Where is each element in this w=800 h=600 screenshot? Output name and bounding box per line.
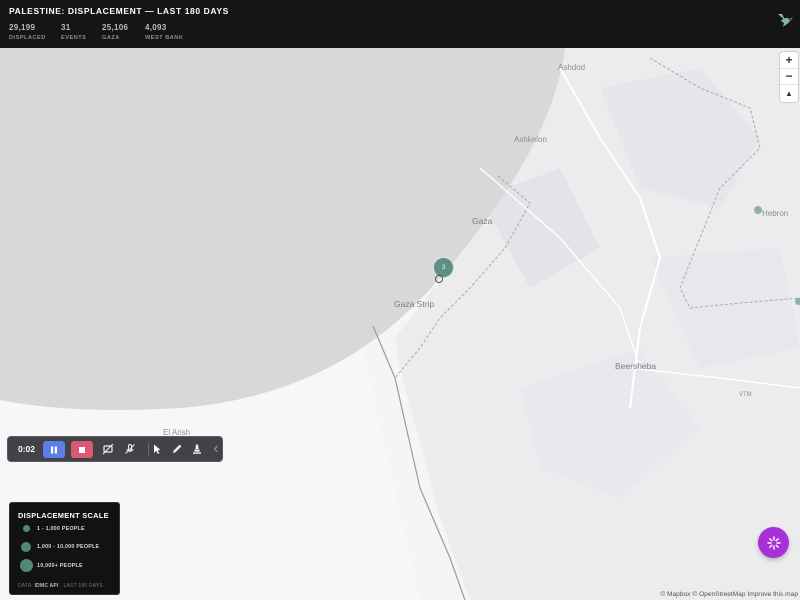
legend-item-large: 10,000+ PEOPLE: [18, 559, 83, 572]
camera-off-icon: [102, 443, 114, 455]
recording-timer: 0:02: [18, 444, 36, 454]
pointer-tool-button[interactable]: [150, 442, 164, 456]
improve-map-link[interactable]: Improve this map: [747, 591, 798, 598]
pen-icon: [173, 444, 182, 453]
stat-displaced: 29,199 DISPLACED: [9, 23, 46, 41]
mic-off-icon: [125, 443, 135, 454]
pen-tool-button[interactable]: [170, 442, 184, 456]
mic-off-button[interactable]: [123, 442, 137, 456]
pause-icon: [51, 446, 57, 453]
toolbar-divider: [148, 443, 149, 456]
mapbox-link[interactable]: © Mapbox: [660, 591, 690, 598]
place-label-gaza-strip: Gaza Strip: [394, 299, 435, 309]
page-title: PALESTINE: DISPLACEMENT — LAST 180 DAYS: [9, 6, 229, 16]
sparkle-icon: [766, 535, 781, 550]
compass-button[interactable]: ▲: [780, 85, 798, 102]
highlighter-tool-button[interactable]: [190, 442, 204, 456]
hummingbird-icon[interactable]: [776, 11, 794, 29]
stop-icon: [79, 446, 85, 453]
recording-toolbar: 0:02: [7, 436, 223, 462]
map-attribution: © Mapbox © OpenStreetMap Improve this ma…: [660, 591, 798, 598]
camera-off-button[interactable]: [101, 442, 115, 456]
place-label-vtm: VTM: [739, 392, 752, 398]
legend-dot-small: [22, 525, 30, 532]
place-label-beersheba: Beersheba: [615, 361, 657, 371]
zoom-controls: + − ▲: [780, 52, 798, 102]
legend-source: DATA: IDMC API · LAST 180 DAYS: [18, 583, 103, 589]
stop-button[interactable]: [71, 441, 93, 458]
collapse-toolbar-button[interactable]: [209, 442, 223, 456]
displacement-legend: DISPLACEMENT SCALE 1 - 1,000 PEOPLE 1,00…: [9, 502, 120, 595]
place-label-ashdod: Ashdod: [558, 63, 586, 72]
map-canvas[interactable]: Ashdod Ashkelon Gaza Gaza Strip Beersheb…: [0, 48, 800, 600]
zoom-out-button[interactable]: −: [780, 69, 798, 85]
highlighter-icon: [193, 444, 201, 454]
assistant-fab-button[interactable]: [758, 527, 789, 558]
place-label-gaza: Gaza: [472, 216, 493, 226]
stat-events: 31 EVENTS: [61, 23, 87, 41]
stat-gaza: 25,106 GAZA: [102, 23, 129, 41]
event-marker-east[interactable]: [795, 298, 800, 305]
legend-dot-large: [19, 559, 33, 572]
cursor-pointer-icon: [435, 275, 443, 283]
legend-item-small: 1 - 1,000 PEOPLE: [18, 525, 85, 532]
legend-title: DISPLACEMENT SCALE: [18, 511, 109, 520]
cluster-count: 3: [441, 264, 446, 271]
event-marker-hebron[interactable]: [754, 206, 762, 214]
chevron-left-icon: [213, 445, 218, 453]
stat-west-bank: 4,093 WEST BANK: [145, 23, 184, 41]
place-label-ashkelon: Ashkelon: [514, 135, 547, 144]
legend-item-medium: 1,000 - 10,000 PEOPLE: [18, 542, 99, 552]
pause-button[interactable]: [43, 441, 65, 458]
place-label-hebron: Hebron: [762, 209, 789, 218]
pointer-icon: [154, 444, 161, 454]
osm-link[interactable]: © OpenStreetMap: [692, 591, 745, 598]
header-bar: PALESTINE: DISPLACEMENT — LAST 180 DAYS …: [0, 0, 800, 48]
zoom-in-button[interactable]: +: [780, 52, 798, 69]
legend-dot-medium: [21, 542, 31, 552]
